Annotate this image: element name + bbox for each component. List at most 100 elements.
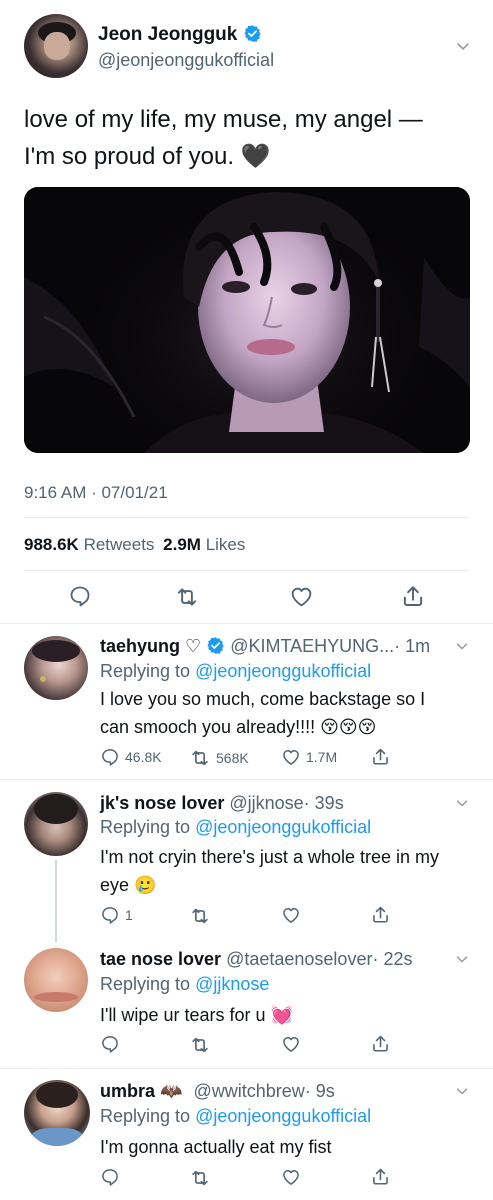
avatar[interactable]	[24, 948, 88, 1012]
share-button[interactable]	[370, 904, 391, 925]
replying-to: Replying to @jeonjeonggukofficial	[100, 817, 371, 838]
reply-button[interactable]: 46.8K	[100, 747, 162, 767]
avatar[interactable]	[24, 1080, 90, 1146]
like-button[interactable]: 1.7M	[281, 747, 337, 767]
chevron-down-icon[interactable]	[453, 794, 471, 812]
heart-icon	[281, 1167, 301, 1187]
reply-time[interactable]: · 22s	[372, 949, 412, 969]
display-name[interactable]: umbra	[100, 1081, 155, 1101]
tweet-text: love of my life, my muse, my angel — I'm…	[24, 101, 484, 175]
chevron-down-icon[interactable]	[453, 36, 473, 56]
reply-header: umbra 🦇 @wwitchbrew· 9s	[100, 1081, 335, 1102]
like-button[interactable]	[281, 905, 301, 925]
retweet-icon	[189, 747, 211, 769]
like-count: 1.7M	[306, 749, 338, 765]
display-name[interactable]: Jeon Jeongguk	[98, 24, 237, 45]
retweets-label[interactable]: Retweets	[84, 535, 155, 554]
reply-icon	[100, 1167, 120, 1187]
replying-to-label: Replying to	[100, 1106, 191, 1126]
like-button[interactable]	[289, 584, 314, 609]
heart-icon	[281, 747, 301, 767]
name-heart-suffix: ♡	[185, 636, 202, 656]
handle[interactable]: @jjknose	[229, 793, 303, 813]
reply-button[interactable]	[100, 1034, 120, 1054]
retweet-icon	[189, 1034, 211, 1056]
replying-to: Replying to @jeonjeonggukofficial	[100, 1106, 371, 1127]
reply-text: I'm not cryin there's just a whole tree …	[100, 843, 439, 899]
reply-time[interactable]: · 39s	[304, 793, 344, 813]
retweet-icon	[189, 905, 211, 927]
retweet-button[interactable]	[189, 905, 211, 927]
display-name[interactable]: jk's nose lover	[100, 793, 224, 813]
divider	[0, 1068, 493, 1069]
reply-button[interactable]: 1	[100, 905, 133, 925]
handle[interactable]: @wwitchbrew	[193, 1081, 304, 1101]
avatar[interactable]	[24, 636, 88, 700]
chevron-down-icon[interactable]	[453, 1082, 471, 1100]
tweet-media[interactable]	[24, 187, 470, 453]
display-name[interactable]: taehyung	[100, 636, 180, 656]
handle[interactable]: @jeonjeonggukofficial	[98, 50, 274, 71]
replying-to: Replying to @jjknose	[100, 974, 269, 995]
heart-icon	[281, 905, 301, 925]
tweet-stats: 988.6K Retweets 2.9M Likes	[24, 535, 245, 555]
replying-to-label: Replying to	[100, 817, 191, 837]
divider	[0, 779, 493, 780]
share-button[interactable]	[400, 583, 426, 609]
reply-icon	[100, 747, 120, 767]
likes-count[interactable]: 2.9M	[163, 535, 201, 554]
replying-to-link[interactable]: @jeonjeonggukofficial	[195, 1106, 371, 1126]
share-icon	[370, 1166, 391, 1187]
tweet-photo	[24, 187, 470, 453]
handle[interactable]: @taetaenoselover	[226, 949, 372, 969]
reply-text-line-2: eye 🥲	[100, 875, 157, 895]
reply-button[interactable]	[100, 1167, 120, 1187]
retweet-icon	[174, 584, 200, 610]
retweet-button[interactable]: 568K	[189, 747, 249, 769]
replying-to: Replying to @jeonjeonggukofficial	[100, 661, 371, 682]
tweet-timestamp[interactable]: 9:16 AM · 07/01/21	[24, 483, 168, 503]
divider	[24, 517, 469, 518]
share-button[interactable]	[370, 746, 391, 767]
like-button[interactable]	[281, 1167, 301, 1187]
divider	[24, 570, 469, 571]
chevron-down-icon[interactable]	[453, 950, 471, 968]
retweet-button[interactable]	[174, 584, 200, 610]
reply-header: tae nose lover @taetaenoselover· 22s	[100, 949, 412, 970]
reply-icon	[100, 905, 120, 925]
chevron-down-icon[interactable]	[453, 637, 471, 655]
replying-to-link[interactable]: @jeonjeonggukofficial	[195, 661, 371, 681]
reply-time[interactable]: · 9s	[305, 1081, 335, 1101]
avatar[interactable]	[24, 14, 88, 78]
handle[interactable]: @KIMTAEHYUNG...	[230, 636, 394, 656]
share-icon	[370, 746, 391, 767]
verified-badge-icon	[243, 24, 262, 43]
retweet-button[interactable]	[189, 1034, 211, 1056]
verified-badge-icon	[206, 636, 225, 655]
reply-text-line-2: can smooch you already!!!! 😚😚😚	[100, 717, 377, 737]
avatar[interactable]	[24, 792, 88, 856]
display-name-row[interactable]: Jeon Jeongguk	[98, 24, 262, 46]
share-icon	[370, 904, 391, 925]
share-button[interactable]	[370, 1033, 391, 1054]
reply-time[interactable]: · 1m	[394, 636, 430, 656]
divider	[0, 623, 493, 624]
share-icon	[400, 583, 426, 609]
replying-to-label: Replying to	[100, 974, 191, 994]
replying-to-link[interactable]: @jeonjeonggukofficial	[195, 817, 371, 837]
reply-icon	[68, 584, 92, 608]
share-button[interactable]	[370, 1166, 391, 1187]
retweets-count[interactable]: 988.6K	[24, 535, 79, 554]
reply-button[interactable]	[68, 584, 92, 608]
reply-text-line: I'm not cryin there's just a whole tree …	[100, 847, 440, 867]
tweet-text-segment: I'm so proud of you.	[24, 143, 235, 170]
display-name[interactable]: tae nose lover	[100, 949, 221, 969]
reply-text-line: I love you so much, come backstage so I	[100, 689, 426, 709]
reply-header: taehyung ♡ @KIMTAEHYUNG...· 1m	[100, 636, 430, 657]
tweet-text-line-2: I'm so proud of you. 🖤	[24, 138, 484, 175]
retweet-button[interactable]	[189, 1167, 211, 1189]
like-button[interactable]	[281, 1034, 301, 1054]
replying-to-link[interactable]: @jjknose	[195, 974, 269, 994]
tweet-text-line: love of my life, my muse, my angel —	[24, 106, 423, 133]
likes-label[interactable]: Likes	[206, 535, 246, 554]
